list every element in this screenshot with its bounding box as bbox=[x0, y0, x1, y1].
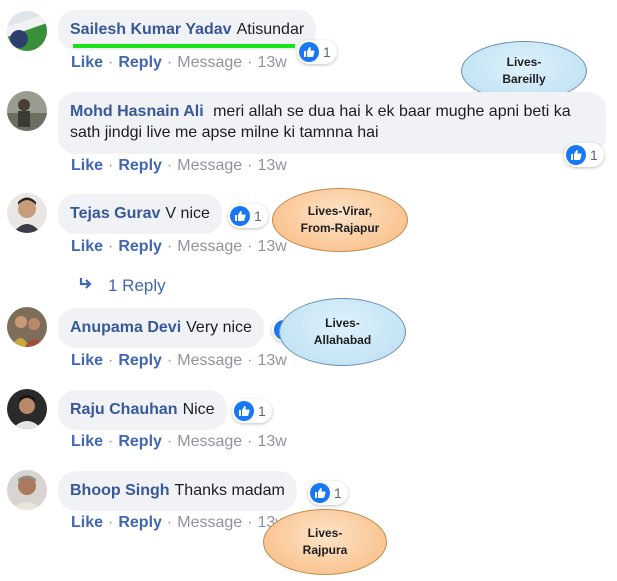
reaction-number: 1 bbox=[590, 147, 598, 163]
message-link[interactable]: Message bbox=[177, 157, 242, 174]
comment-text: Very nice bbox=[186, 319, 252, 336]
location-annotation: Lives-Virar, From-Rajapur bbox=[272, 188, 408, 252]
timestamp[interactable]: 13w bbox=[258, 433, 287, 450]
avatar-image bbox=[7, 307, 47, 347]
like-icon bbox=[299, 42, 319, 62]
comment-actions: Like · Reply · Message · 13w bbox=[71, 54, 287, 71]
avatar-image bbox=[7, 11, 47, 51]
message-link[interactable]: Message bbox=[177, 54, 242, 71]
comment-actions: Like · Reply · Message · 13w bbox=[71, 514, 287, 531]
view-replies-label[interactable]: 1 Reply bbox=[108, 276, 166, 295]
comment-actions: Like · Reply · Message · 13w bbox=[71, 352, 287, 369]
comment-text: Atisundar bbox=[236, 21, 305, 38]
annotation-line: Lives- bbox=[307, 526, 343, 540]
like-link[interactable]: Like bbox=[71, 157, 103, 174]
avatar[interactable] bbox=[7, 11, 47, 51]
avatar[interactable] bbox=[7, 307, 47, 347]
reply-link[interactable]: Reply bbox=[118, 433, 162, 450]
reaction-count[interactable]: 1 bbox=[564, 143, 604, 167]
comment-bubble: Mohd Hasnain Ali meri allah se dua hai k… bbox=[58, 92, 606, 154]
message-link[interactable]: Message bbox=[177, 238, 242, 255]
reply-link[interactable]: Reply bbox=[118, 514, 162, 531]
avatar[interactable] bbox=[7, 470, 47, 510]
like-link[interactable]: Like bbox=[71, 238, 103, 255]
comment-bubble: Tejas Gurav V nice bbox=[58, 194, 222, 234]
highlight-underline bbox=[73, 44, 295, 48]
comment-text: Nice bbox=[182, 401, 215, 418]
annotation-line: Lives- bbox=[325, 316, 360, 330]
annotation-line: Lives-Virar, bbox=[307, 204, 373, 218]
reaction-count[interactable]: 1 bbox=[232, 399, 272, 423]
timestamp[interactable]: 13w bbox=[258, 54, 287, 71]
comment-author[interactable]: Anupama Devi bbox=[70, 319, 181, 337]
comment-bubble: Raju Chauhan Nice bbox=[58, 390, 227, 430]
annotation-line: Allahabad bbox=[313, 333, 372, 347]
avatar[interactable] bbox=[7, 389, 47, 429]
like-link[interactable]: Like bbox=[71, 352, 103, 369]
comment-text: Thanks madam bbox=[174, 482, 285, 499]
location-annotation: Lives- Rajpura bbox=[263, 509, 387, 575]
comment-author[interactable]: Raju Chauhan bbox=[70, 401, 178, 419]
annotation-line: Bareilly bbox=[502, 72, 546, 86]
avatar-image bbox=[7, 193, 47, 233]
like-link[interactable]: Like bbox=[71, 433, 103, 450]
comment-author[interactable]: Mohd Hasnain Ali bbox=[70, 103, 204, 120]
timestamp[interactable]: 13w bbox=[258, 352, 287, 369]
annotation-line: Rajpura bbox=[302, 543, 348, 557]
message-link[interactable]: Message bbox=[177, 352, 242, 369]
like-icon bbox=[310, 483, 330, 503]
reaction-count[interactable]: 1 bbox=[297, 40, 337, 64]
reply-link[interactable]: Reply bbox=[118, 352, 162, 369]
reply-link[interactable]: Reply bbox=[118, 157, 162, 174]
like-icon bbox=[230, 206, 250, 226]
like-link[interactable]: Like bbox=[71, 514, 103, 531]
comment-bubble: Bhoop Singh Thanks madam bbox=[58, 471, 297, 511]
avatar[interactable] bbox=[7, 91, 47, 131]
reaction-number: 1 bbox=[258, 403, 266, 419]
annotation-line: Lives- bbox=[506, 55, 542, 69]
like-icon bbox=[234, 401, 254, 421]
reaction-number: 1 bbox=[254, 208, 262, 224]
comment-text: V nice bbox=[165, 205, 210, 222]
comment-author[interactable]: Sailesh Kumar Yadav bbox=[70, 21, 232, 39]
reply-link[interactable]: Reply bbox=[118, 54, 162, 71]
comment-actions: Like · Reply · Message · 13w bbox=[71, 433, 287, 450]
comment-bubble: Anupama Devi Very nice bbox=[58, 308, 264, 348]
like-link[interactable]: Like bbox=[71, 54, 103, 71]
comment-author[interactable]: Bhoop Singh bbox=[70, 482, 170, 500]
comment-author[interactable]: Tejas Gurav bbox=[70, 205, 160, 223]
view-replies-link[interactable]: 1 Reply bbox=[78, 276, 166, 296]
reply-arrow-icon bbox=[78, 276, 94, 296]
reaction-count[interactable]: 1 bbox=[228, 204, 268, 228]
timestamp[interactable]: 13w bbox=[258, 157, 287, 174]
timestamp[interactable]: 13w bbox=[258, 238, 287, 255]
avatar-image bbox=[7, 91, 47, 131]
avatar-image bbox=[7, 389, 47, 429]
annotation-line: From-Rajapur bbox=[300, 221, 380, 235]
message-link[interactable]: Message bbox=[177, 433, 242, 450]
reaction-count[interactable]: 1 bbox=[308, 481, 348, 505]
comment-actions: Like · Reply · Message · 13w bbox=[71, 157, 287, 174]
avatar-image bbox=[7, 470, 47, 510]
avatar[interactable] bbox=[7, 193, 47, 233]
reaction-number: 1 bbox=[323, 44, 331, 60]
reply-link[interactable]: Reply bbox=[118, 238, 162, 255]
location-annotation: Lives- Allahabad bbox=[279, 298, 406, 366]
comment-actions: Like · Reply · Message · 13w bbox=[71, 238, 287, 255]
like-icon bbox=[566, 145, 586, 165]
message-link[interactable]: Message bbox=[177, 514, 242, 531]
reaction-number: 1 bbox=[334, 485, 342, 501]
